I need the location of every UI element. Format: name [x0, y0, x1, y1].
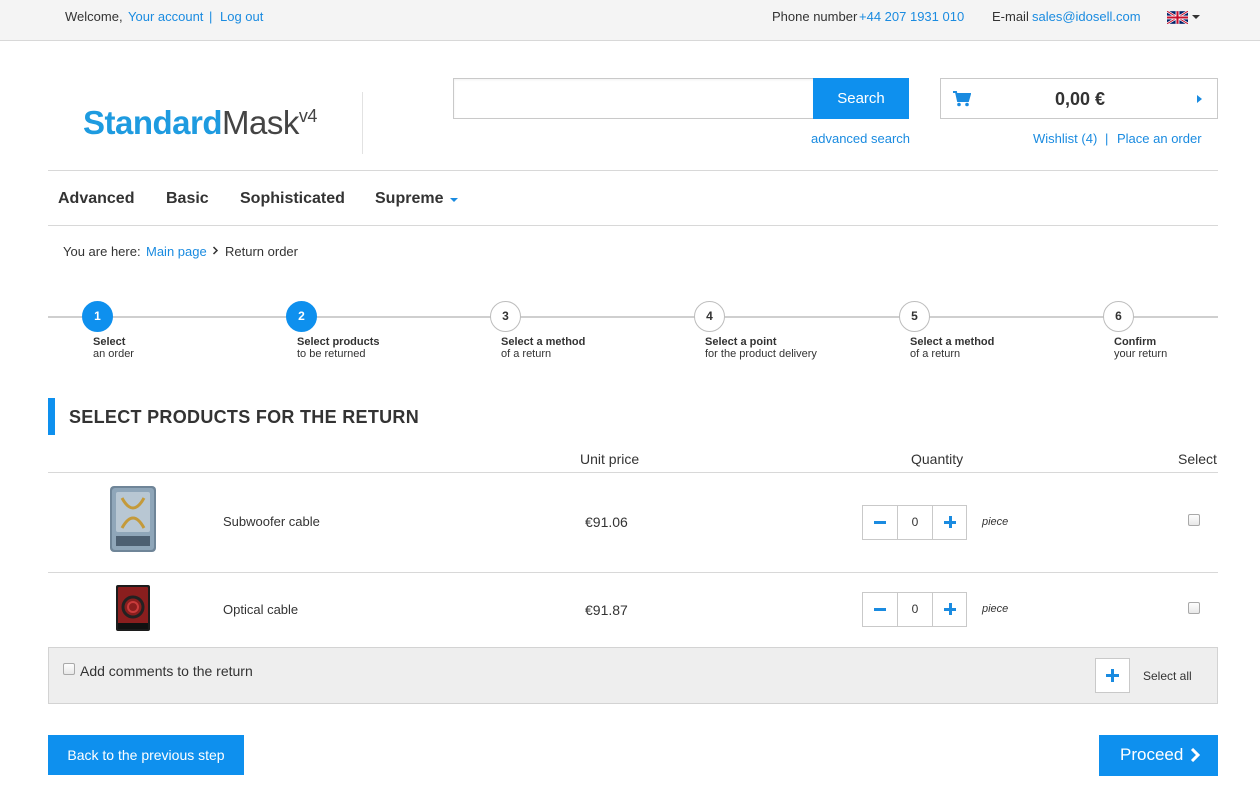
table-header-divider [48, 472, 1218, 473]
step-4-subtitle: for the product delivery [705, 348, 817, 360]
step-2-circle: 2 [286, 301, 317, 332]
phone-label: Phone number [772, 9, 858, 24]
row-divider [48, 572, 1218, 573]
step-2-subtitle: to be returned [297, 348, 366, 360]
step-4-title: Select a point [705, 336, 777, 348]
site-logo[interactable]: StandardMaskv4 [83, 104, 317, 142]
plus-icon[interactable] [932, 506, 967, 539]
product-image[interactable] [114, 583, 152, 633]
chevron-down-icon[interactable] [1192, 15, 1200, 19]
breadcrumb-home-link[interactable]: Main page [146, 244, 207, 259]
minus-icon[interactable] [863, 506, 898, 539]
section-title: SELECT PRODUCTS FOR THE RETURN [69, 407, 420, 427]
logo-secondary: Mask [222, 104, 299, 141]
step-6-title: Confirm [1114, 336, 1157, 348]
cart-total: 0,00 € [1054, 89, 1106, 109]
menu-item-advanced[interactable]: Advanced [58, 190, 134, 208]
step-3-subtitle: of a return [501, 348, 552, 360]
step-3-title: Select a method [501, 336, 586, 348]
menu-top-divider [48, 170, 1218, 171]
menu-item-basic[interactable]: Basic [166, 190, 209, 208]
step-5-subtitle: of a return [910, 348, 961, 360]
step-5-circle: 5 [899, 301, 930, 332]
menu-item-sophisticated[interactable]: Sophisticated [240, 190, 345, 208]
column-header-unit-price: Unit price [580, 451, 640, 467]
top-bar: Welcome, Your account | Log out Phone nu… [0, 0, 1260, 41]
product-price: €91.06 [585, 514, 628, 530]
log-out-link[interactable]: Log out [220, 9, 263, 24]
step-5-title: Select a method [910, 336, 995, 348]
product-name-link[interactable]: Optical cable [223, 602, 298, 617]
step-1-subtitle: an order [93, 348, 134, 360]
steps-progress-line [48, 316, 1218, 318]
menu-item-supreme[interactable]: Supreme [375, 190, 443, 208]
quantity-stepper: 0 [862, 592, 967, 627]
product-image[interactable] [108, 484, 158, 554]
step-2-title: Select products [297, 336, 380, 348]
place-order-link[interactable]: Place an order [1117, 131, 1202, 146]
logo-primary: Standard [83, 104, 223, 141]
add-comments-label[interactable]: Add comments to the return [80, 663, 253, 679]
plus-icon[interactable] [932, 593, 967, 626]
step-3-circle: 3 [490, 301, 521, 332]
step-4-circle: 4 [694, 301, 725, 332]
unit-label: piece [982, 516, 1009, 528]
logo-version: v4 [298, 106, 318, 126]
select-product-checkbox[interactable] [1188, 514, 1200, 526]
step-6-subtitle: your return [1114, 348, 1168, 360]
select-product-checkbox[interactable] [1188, 602, 1200, 614]
search-input[interactable] [453, 78, 814, 119]
advanced-search-link[interactable]: advanced search [811, 131, 910, 146]
phone-link[interactable]: +44 207 1931 010 [859, 9, 964, 24]
search-button[interactable]: Search [813, 78, 909, 119]
uk-flag-icon[interactable] [1167, 11, 1188, 24]
section-accent-bar [48, 398, 55, 435]
quantity-stepper: 0 [862, 505, 967, 540]
welcome-text: Welcome, [65, 9, 123, 24]
proceed-button[interactable]: Proceed [1099, 735, 1218, 776]
back-button[interactable]: Back to the previous step [48, 735, 244, 775]
email-label: E-mail [992, 9, 1029, 24]
add-comments-checkbox[interactable] [63, 663, 75, 675]
proceed-label: Proceed [1120, 745, 1184, 764]
product-price: €91.87 [585, 602, 628, 618]
cart-button[interactable]: 0,00 € [940, 78, 1218, 119]
menu-bottom-divider [48, 225, 1218, 226]
chevron-right-icon [212, 246, 219, 255]
select-all-button[interactable]: Select all [1143, 669, 1192, 683]
step-1-circle: 1 [82, 301, 113, 332]
breadcrumb-current: Return order [225, 244, 298, 259]
breadcrumb-prefix: You are here: [63, 244, 141, 259]
wishlist-link[interactable]: Wishlist (4) [1033, 131, 1097, 146]
quantity-value[interactable]: 0 [898, 506, 932, 539]
chevron-right-icon [1190, 748, 1200, 762]
your-account-link[interactable]: Your account [128, 9, 203, 24]
product-name-link[interactable]: Subwoofer cable [223, 514, 320, 529]
step-6-circle: 6 [1103, 301, 1134, 332]
topbar-separator: | [209, 9, 213, 24]
step-1-title: Select [93, 336, 126, 348]
quantity-value[interactable]: 0 [898, 593, 932, 626]
chevron-right-icon [1197, 95, 1202, 103]
email-link[interactable]: sales@idosell.com [1032, 9, 1141, 24]
column-header-quantity: Quantity [911, 451, 964, 467]
unit-label: piece [982, 603, 1009, 615]
minus-icon[interactable] [863, 593, 898, 626]
select-all-plus-icon[interactable] [1095, 658, 1130, 693]
chevron-down-icon[interactable] [450, 198, 458, 202]
logo-divider [362, 92, 363, 154]
header-separator: | [1105, 131, 1109, 146]
column-header-select: Select [1178, 451, 1217, 467]
